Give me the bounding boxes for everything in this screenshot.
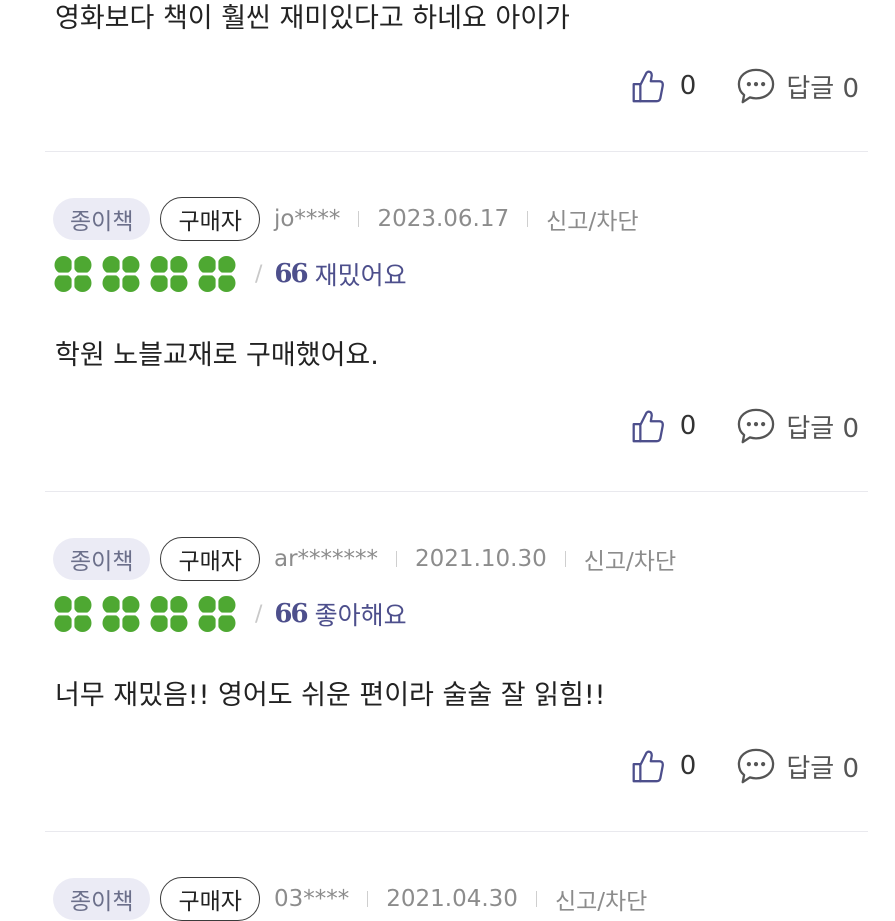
four-leaf-clover-icon bbox=[53, 594, 93, 634]
clover-rating bbox=[53, 594, 245, 634]
review-rating: / 66 재밌어요 bbox=[53, 254, 407, 294]
buyer-badge: 구매자 bbox=[160, 877, 260, 921]
divider bbox=[45, 831, 868, 832]
separator bbox=[358, 211, 360, 227]
review-rating: / 66 좋아해요 bbox=[53, 594, 407, 634]
speech-bubble-icon bbox=[738, 748, 775, 784]
review-meta: 종이책 구매자 ar******* 2021.10.30 신고/차단 bbox=[53, 537, 676, 581]
review-meta: 종이책 구매자 03**** 2021.04.30 신고/차단 bbox=[53, 877, 647, 921]
four-leaf-clover-icon bbox=[53, 254, 93, 294]
reviewer-id: jo**** bbox=[273, 206, 341, 232]
divider bbox=[45, 151, 868, 152]
buyer-badge: 구매자 bbox=[160, 197, 260, 241]
review-actions: 0 답글 0 bbox=[628, 66, 859, 106]
reply-button[interactable]: 답글 0 bbox=[736, 407, 859, 445]
speech-bubble-icon bbox=[738, 408, 775, 444]
separator bbox=[535, 891, 537, 907]
like-button[interactable]: 0 bbox=[628, 67, 697, 105]
report-block-link[interactable]: 신고/차단 bbox=[555, 882, 647, 916]
buyer-badge: 구매자 bbox=[160, 537, 260, 581]
like-count: 0 bbox=[679, 71, 697, 101]
reviewer-id: ar******* bbox=[273, 546, 379, 572]
report-block-link[interactable]: 신고/차단 bbox=[584, 542, 676, 576]
review-body: 학원 노블교재로 구매했어요. bbox=[55, 340, 379, 371]
like-button[interactable]: 0 bbox=[628, 747, 697, 785]
reply-label: 답글 0 bbox=[786, 753, 859, 784]
thumbs-up-icon bbox=[632, 70, 664, 103]
reply-button[interactable]: 답글 0 bbox=[736, 747, 859, 785]
separator bbox=[396, 551, 398, 567]
thumbs-up-icon bbox=[632, 750, 664, 783]
review-body: 영화보다 책이 훨씬 재미있다고 하네요 아이가 bbox=[55, 3, 570, 34]
four-leaf-clover-icon bbox=[197, 594, 237, 634]
review-actions: 0 답글 0 bbox=[628, 746, 859, 786]
four-leaf-clover-icon bbox=[197, 254, 237, 294]
separator bbox=[527, 211, 529, 227]
thumbs-up-icon bbox=[632, 410, 664, 443]
reply-button[interactable]: 답글 0 bbox=[736, 67, 859, 105]
review-date: 2021.04.30 bbox=[386, 886, 518, 912]
four-leaf-clover-icon bbox=[101, 254, 141, 294]
clover-rating bbox=[53, 254, 245, 294]
rating-label: 재밌어요 bbox=[314, 261, 407, 290]
reply-label: 답글 0 bbox=[786, 73, 859, 104]
book-type-badge: 종이책 bbox=[53, 538, 151, 580]
speech-bubble-icon bbox=[738, 68, 775, 104]
book-type-badge: 종이책 bbox=[53, 878, 151, 920]
four-leaf-clover-icon bbox=[149, 594, 189, 634]
book-type-badge: 종이책 bbox=[53, 198, 151, 240]
divider bbox=[45, 491, 868, 492]
review-meta: 종이책 구매자 jo**** 2023.06.17 신고/차단 bbox=[53, 197, 639, 241]
like-count: 0 bbox=[679, 411, 697, 441]
review-date: 2021.10.30 bbox=[415, 546, 547, 572]
four-leaf-clover-icon bbox=[149, 254, 189, 294]
rating-divider: / bbox=[255, 261, 263, 287]
quote-icon: 66 bbox=[274, 599, 308, 629]
review-body: 너무 재밌음!! 영어도 쉬운 편이라 술술 잘 읽힘!! bbox=[55, 680, 606, 711]
rating-divider: / bbox=[255, 601, 263, 627]
like-count: 0 bbox=[679, 751, 697, 781]
reply-label: 답글 0 bbox=[786, 413, 859, 444]
rating-label: 좋아해요 bbox=[314, 601, 407, 630]
four-leaf-clover-icon bbox=[101, 594, 141, 634]
quote-icon: 66 bbox=[274, 259, 308, 289]
reviewer-id: 03**** bbox=[273, 886, 350, 912]
separator bbox=[564, 551, 566, 567]
separator bbox=[367, 891, 369, 907]
report-block-link[interactable]: 신고/차단 bbox=[546, 202, 638, 236]
review-date: 2023.06.17 bbox=[377, 206, 510, 232]
review-actions: 0 답글 0 bbox=[628, 406, 859, 446]
like-button[interactable]: 0 bbox=[628, 407, 697, 445]
